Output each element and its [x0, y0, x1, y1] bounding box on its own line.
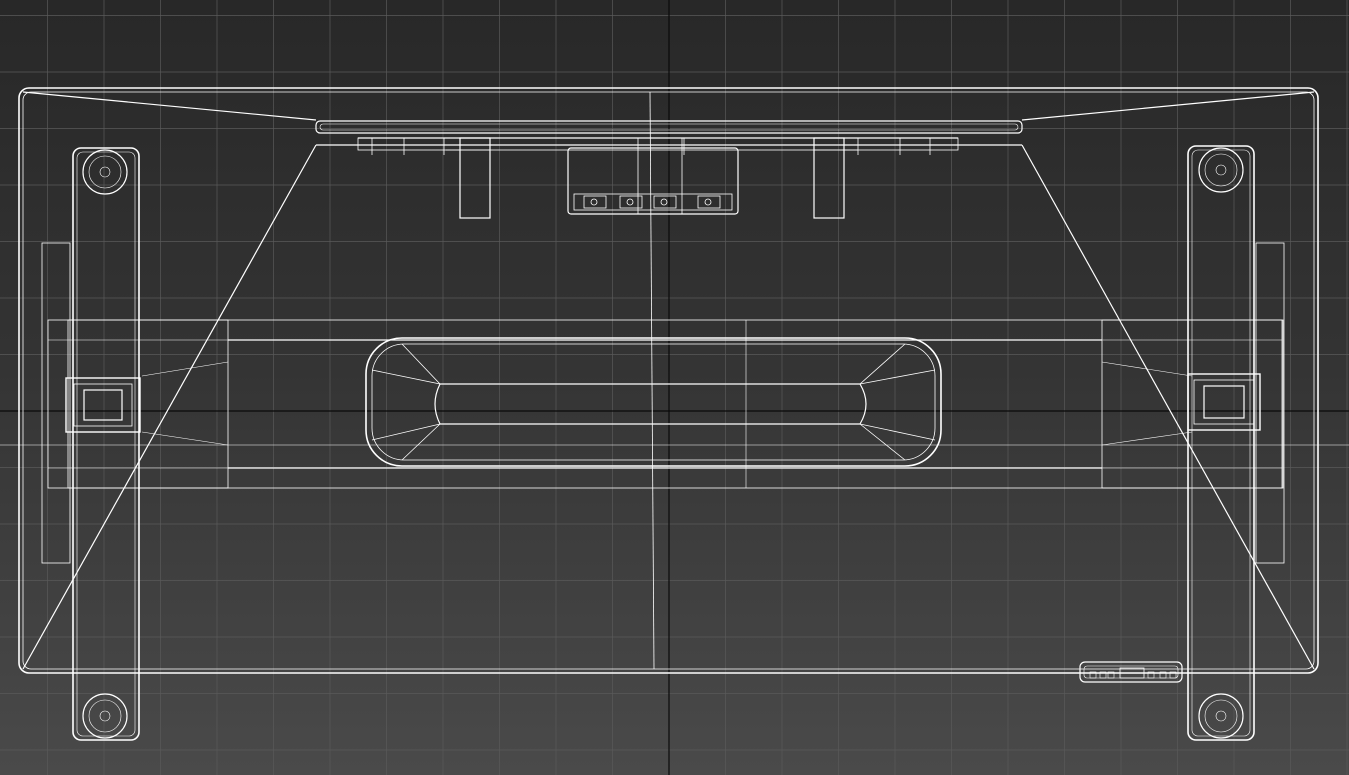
foot-pad-icon — [82, 149, 128, 195]
foot-pad-icon — [1198, 693, 1244, 739]
rear-mount-assembly[interactable] — [315, 120, 1023, 219]
left-leg[interactable] — [65, 147, 141, 741]
center-crossbar[interactable] — [0, 242, 1349, 564]
3d-viewport[interactable] — [0, 0, 1349, 775]
wireframe-model[interactable] — [0, 0, 1349, 775]
tabletop-outline[interactable] — [18, 87, 1319, 674]
right-leg[interactable] — [1187, 145, 1261, 741]
connector-ports — [583, 195, 721, 209]
foot-pad-icon — [1198, 147, 1244, 193]
center-slot-handle[interactable] — [365, 337, 942, 467]
foot-pad-icon — [82, 693, 128, 739]
control-panel[interactable] — [1079, 661, 1183, 683]
